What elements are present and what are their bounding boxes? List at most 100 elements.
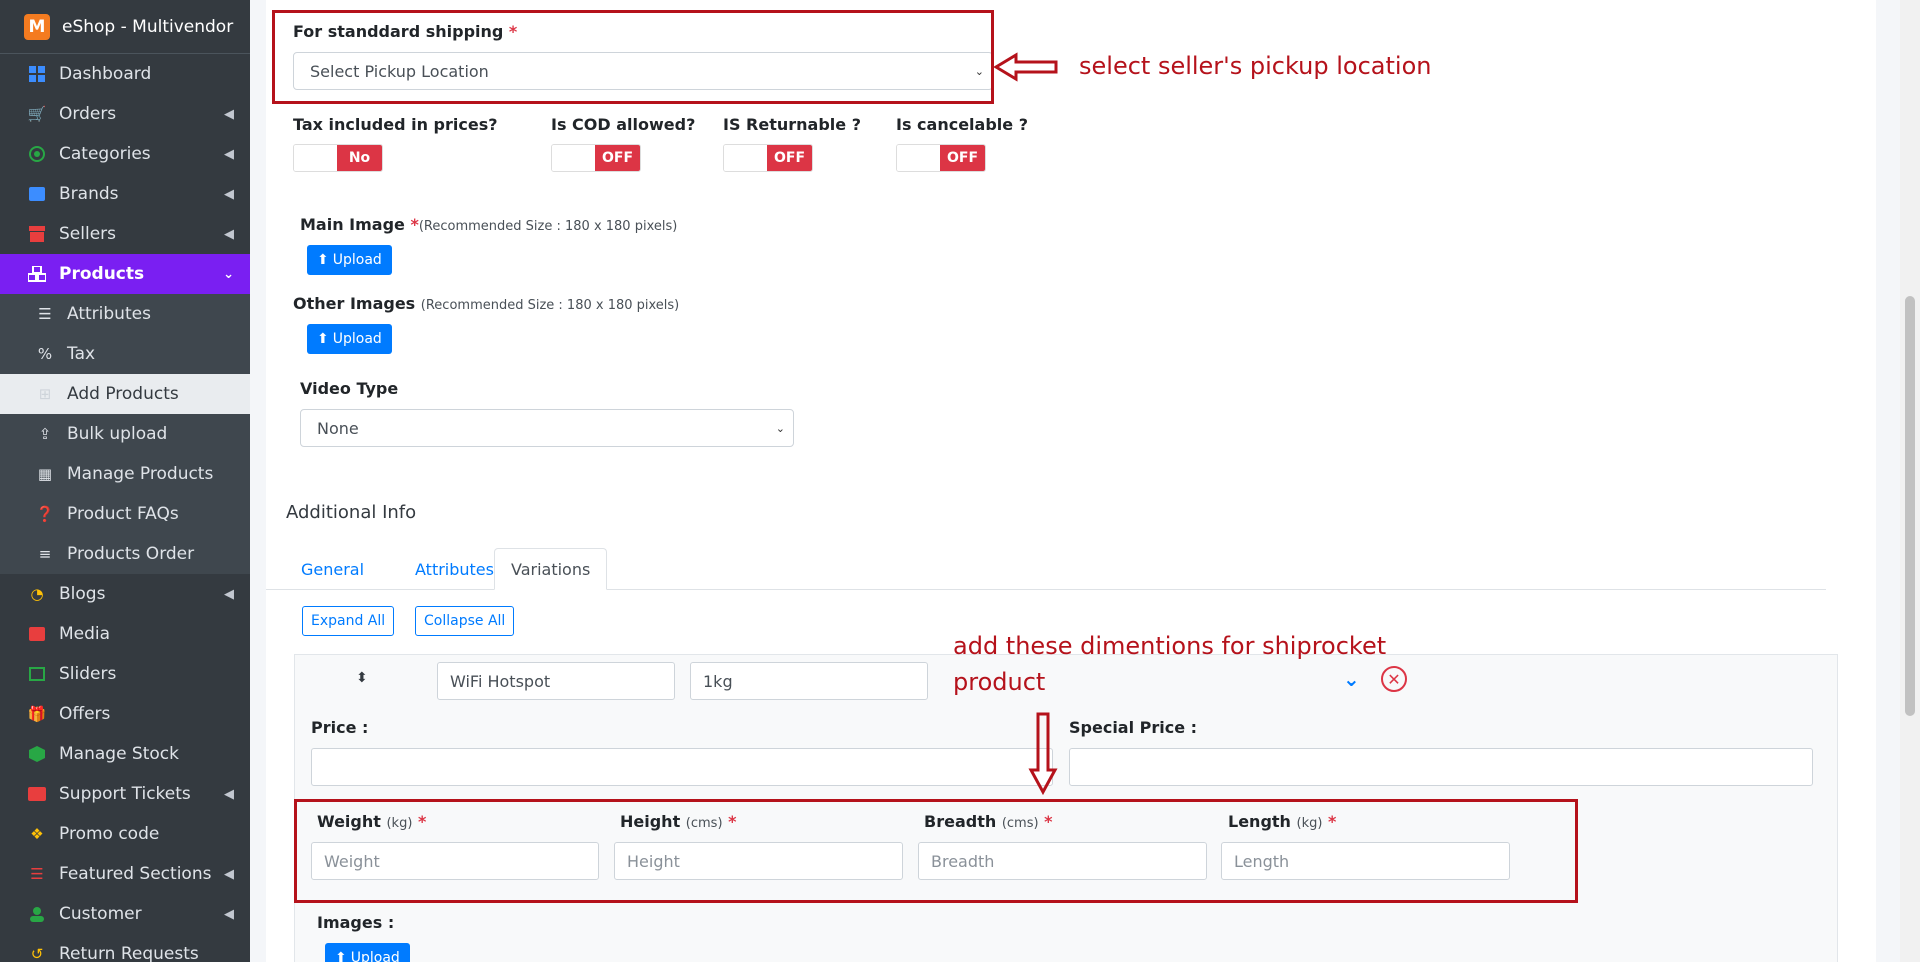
sidebar-item-manage-products[interactable]: ▦ Manage Products (0, 454, 250, 494)
other-images-upload-button[interactable]: ⬆ Upload (307, 324, 392, 354)
sidebar-item-label: Orders (59, 104, 117, 124)
sidebar-item-products[interactable]: Products ⌄ (0, 254, 250, 294)
chevron-down-icon[interactable]: ⌄ (1343, 667, 1360, 691)
sidebar-item-sellers[interactable]: Sellers ◀ (0, 214, 250, 254)
sidebar-item-promo-code[interactable]: ❖ Promo code (0, 814, 250, 854)
sidebar-item-orders[interactable]: 🛒 Orders ◀ (0, 94, 250, 134)
chevron-left-icon: ◀ (224, 866, 234, 882)
cubes-icon (28, 265, 46, 283)
scrollbar-thumb[interactable] (1905, 296, 1915, 716)
pickup-annotation: select seller's pickup location (1079, 52, 1432, 80)
sidebar-item-return-requests[interactable]: ↺ Return Requests (0, 934, 250, 962)
returnable-toggle[interactable]: OFF (723, 144, 813, 172)
sidebar-item-add-products[interactable]: ⊞ Add Products (0, 374, 250, 414)
tab-bar: General Attributes Variations (266, 548, 1826, 590)
other-images-label-text: Other Images (293, 294, 416, 313)
sidebar-item-sliders[interactable]: Sliders (0, 654, 250, 694)
photo-icon (28, 625, 46, 643)
upload-label: Upload (332, 252, 382, 268)
sidebar-item-support-tickets[interactable]: Support Tickets ◀ (0, 774, 250, 814)
sidebar-item-customer[interactable]: Customer ◀ (0, 894, 250, 934)
sidebar-item-label: Customer (59, 904, 142, 924)
toggle-state: No (337, 145, 382, 171)
main-image-label-text: Main Image (300, 215, 405, 234)
sidebar-item-offers[interactable]: 🎁 Offers (0, 694, 250, 734)
cancelable-toggle[interactable]: OFF (896, 144, 986, 172)
sidebar-item-label: Products (59, 264, 145, 284)
left-arrow-icon (994, 52, 1058, 82)
sidebar-item-blogs[interactable]: ◔ Blogs ◀ (0, 574, 250, 614)
tab-general[interactable]: General (285, 548, 380, 590)
sidebar-item-product-faqs[interactable]: ❓ Product FAQs (0, 494, 250, 534)
dimensions-annotation-line1: add these dimentions for shiprocket (953, 632, 1387, 660)
variation-attribute-2-input[interactable]: 1kg (690, 662, 928, 700)
sidebar-item-featured-sections[interactable]: ☰ Featured Sections ◀ (0, 854, 250, 894)
dimensions-highlight-box (294, 799, 1578, 903)
percent-icon: % (37, 345, 53, 363)
tab-variations[interactable]: Variations (494, 548, 608, 590)
sidebar-item-products-order[interactable]: ≡ Products Order (0, 534, 250, 574)
collapse-all-button[interactable]: Collapse All (415, 606, 515, 636)
toggle-track (552, 145, 595, 171)
upload-icon: ⬆ (335, 950, 347, 962)
down-arrow-icon (1028, 712, 1058, 796)
sidebar-item-attributes[interactable]: ☰ Attributes (0, 294, 250, 334)
price-input[interactable] (311, 748, 1053, 786)
main-image-hint: (Recommended Size : 180 x 180 pixels) (418, 219, 678, 234)
remove-variation-icon[interactable]: ✕ (1381, 666, 1407, 692)
product-form-card: For standdard shipping * Select Pickup L… (266, 0, 1876, 962)
sidebar-item-categories[interactable]: Categories ◀ (0, 134, 250, 174)
sidebar-item-label: Manage Stock (59, 744, 179, 764)
cancelable-label: Is cancelable ? (896, 115, 1028, 134)
sidebar-item-label: Sellers (59, 224, 117, 244)
page-scrollbar[interactable] (1900, 0, 1920, 962)
cod-toggle[interactable]: OFF (551, 144, 641, 172)
sidebar-item-label: Categories (59, 144, 151, 164)
expand-all-button[interactable]: Expand All (302, 606, 395, 636)
sidebar-item-label: Product FAQs (67, 504, 179, 524)
upload-label: Upload (332, 331, 382, 347)
other-images-hint: (Recommended Size : 180 x 180 pixels) (420, 298, 680, 313)
gift-icon: 🎁 (27, 705, 47, 723)
images-label: Images : (317, 913, 395, 932)
puzzle-icon: ❖ (30, 825, 44, 843)
toggle-state: OFF (767, 145, 812, 171)
chevron-down-icon: ⌄ (223, 266, 234, 282)
returnable-label: IS Returnable ? (723, 115, 861, 134)
main-content: For standdard shipping * Select Pickup L… (250, 0, 1900, 962)
video-type-select[interactable]: None ⌄ (300, 409, 794, 447)
brand[interactable]: M eShop - Multivendor (0, 0, 250, 54)
chevron-left-icon: ◀ (224, 226, 234, 242)
sort-icon[interactable]: ⬍ (356, 670, 368, 686)
video-type-label: Video Type (300, 379, 399, 398)
tax-toggle[interactable]: No (293, 144, 383, 172)
sidebar-item-tax[interactable]: % Tax (0, 334, 250, 374)
price-label: Price : (311, 718, 369, 737)
chevron-left-icon: ◀ (224, 146, 234, 162)
sidebar-item-label: Featured Sections (59, 864, 212, 884)
special-price-input[interactable] (1069, 748, 1813, 786)
toggle-track (294, 145, 337, 171)
sliders-icon: ☰ (38, 305, 52, 323)
upload-icon: ⬆ (317, 331, 329, 347)
toggle-track (724, 145, 767, 171)
chevron-left-icon: ◀ (224, 106, 234, 122)
variation-attribute-1-input[interactable]: WiFi Hotspot (437, 662, 675, 700)
boxes-icon: ▦ (37, 465, 53, 483)
sidebar-item-label: Promo code (59, 824, 160, 844)
chevron-down-icon: ⌄ (775, 421, 785, 435)
cube-icon (28, 745, 46, 763)
sidebar-item-brands[interactable]: Brands ◀ (0, 174, 250, 214)
sidebar-item-manage-stock[interactable]: Manage Stock (0, 734, 250, 774)
dashboard-icon (28, 65, 46, 83)
variation-images-upload-button[interactable]: ⬆ Upload (325, 943, 410, 962)
chevron-left-icon: ◀ (224, 186, 234, 202)
sidebar-item-media[interactable]: Media (0, 614, 250, 654)
additional-info-title: Additional Info (286, 502, 417, 523)
sidebar-item-label: Offers (59, 704, 111, 724)
question-circle-icon: ❓ (35, 505, 55, 523)
sidebar-item-bulk-upload[interactable]: ⇪ Bulk upload (0, 414, 250, 454)
chevron-left-icon: ◀ (224, 786, 234, 802)
sidebar-item-dashboard[interactable]: Dashboard (0, 54, 250, 94)
main-image-upload-button[interactable]: ⬆ Upload (307, 245, 392, 275)
